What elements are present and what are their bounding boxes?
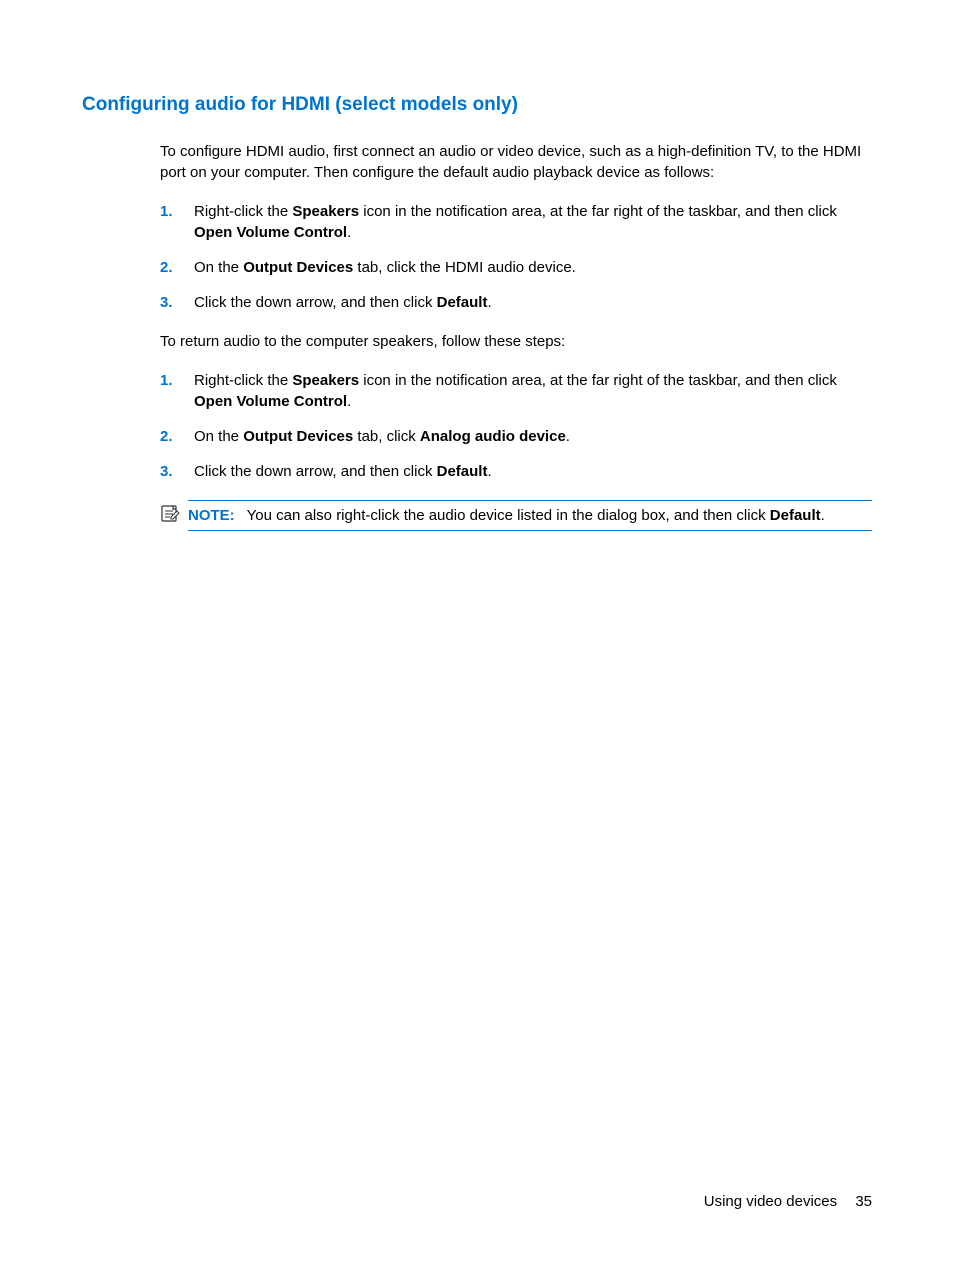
page-footer: Using video devices 35 <box>704 1191 872 1212</box>
list-content: On the Output Devices tab, click Analog … <box>194 426 872 447</box>
list-content: Click the down arrow, and then click Def… <box>194 292 872 313</box>
list-content: Right-click the Speakers icon in the not… <box>194 370 872 412</box>
document-page: Configuring audio for HDMI (select model… <box>0 0 954 531</box>
note-icon <box>160 503 180 523</box>
footer-page-number: 35 <box>855 1193 872 1210</box>
list-content: Right-click the Speakers icon in the not… <box>194 201 872 243</box>
ordered-list-2: 1.Right-click the Speakers icon in the n… <box>160 370 872 482</box>
list-number: 2. <box>160 426 194 447</box>
footer-section-title: Using video devices <box>704 1193 837 1210</box>
list-item: 3.Click the down arrow, and then click D… <box>160 461 872 482</box>
list-content: Click the down arrow, and then click Def… <box>194 461 872 482</box>
intro-paragraph-1: To configure HDMI audio, first connect a… <box>160 141 868 183</box>
note-block: NOTE: You can also right-click the audio … <box>160 500 872 531</box>
list-item: 3.Click the down arrow, and then click D… <box>160 292 872 313</box>
intro-paragraph-2: To return audio to the computer speakers… <box>160 331 868 352</box>
list-number: 3. <box>160 292 194 313</box>
list-item: 2.On the Output Devices tab, click Analo… <box>160 426 872 447</box>
note-text: You can also right-click the audio devic… <box>247 507 825 524</box>
list-number: 1. <box>160 370 194 412</box>
note-label: NOTE: <box>188 507 235 524</box>
list-number: 1. <box>160 201 194 243</box>
section-heading: Configuring audio for HDMI (select model… <box>82 92 872 119</box>
list-number: 3. <box>160 461 194 482</box>
ordered-list-1: 1.Right-click the Speakers icon in the n… <box>160 201 872 313</box>
note-body: NOTE: You can also right-click the audio … <box>188 500 872 531</box>
list-item: 1.Right-click the Speakers icon in the n… <box>160 370 872 412</box>
list-number: 2. <box>160 257 194 278</box>
list-item: 2.On the Output Devices tab, click the H… <box>160 257 872 278</box>
list-content: On the Output Devices tab, click the HDM… <box>194 257 872 278</box>
list-item: 1.Right-click the Speakers icon in the n… <box>160 201 872 243</box>
